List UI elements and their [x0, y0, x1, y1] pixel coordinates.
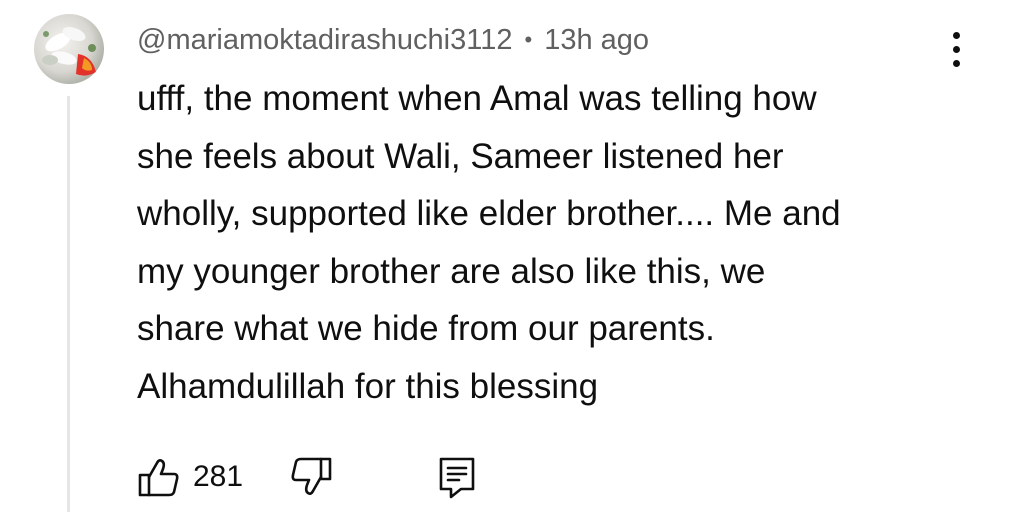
- comment-body: ufff, the moment when Amal was telling h…: [137, 70, 967, 416]
- thumbs-up-icon: [138, 459, 179, 497]
- comment-line: she feels about Wali, Sameer listened he…: [137, 136, 784, 176]
- more-vert-icon-dot: [952, 31, 960, 39]
- more-vert-icon-dot: [952, 59, 960, 67]
- header-separator: •: [524, 27, 533, 52]
- timestamp[interactable]: 13h ago: [544, 24, 649, 57]
- reply-button[interactable]: [437, 455, 477, 499]
- like-button[interactable]: [137, 455, 181, 499]
- reply-icon: [439, 457, 475, 499]
- comment-line: ufff, the moment when Amal was telling h…: [137, 79, 817, 118]
- comment-line: Alhamdulillah for this blessing: [137, 366, 599, 406]
- comment-header: @mariamoktadirashuchi3112 • 13h ago: [137, 20, 649, 60]
- comment-thread: @mariamoktadirashuchi3112 • 13h ago ufff…: [0, 0, 1024, 512]
- comment-line: my younger brother are also like this, w…: [137, 251, 766, 291]
- comment-actions: 281: [137, 452, 477, 502]
- thumbs-down-icon: [291, 457, 332, 495]
- more-actions-button[interactable]: [938, 24, 974, 74]
- dislike-button[interactable]: [289, 455, 333, 499]
- comment-line: share what we hide from our parents.: [137, 309, 715, 349]
- more-vert-icon-dot: [952, 45, 960, 53]
- avatar[interactable]: [34, 14, 104, 84]
- like-count: 281: [193, 460, 244, 493]
- author-name[interactable]: @mariamoktadirashuchi3112: [137, 24, 512, 57]
- thread-line: [67, 96, 70, 512]
- comment-line: wholly, supported like elder brother....…: [137, 194, 841, 234]
